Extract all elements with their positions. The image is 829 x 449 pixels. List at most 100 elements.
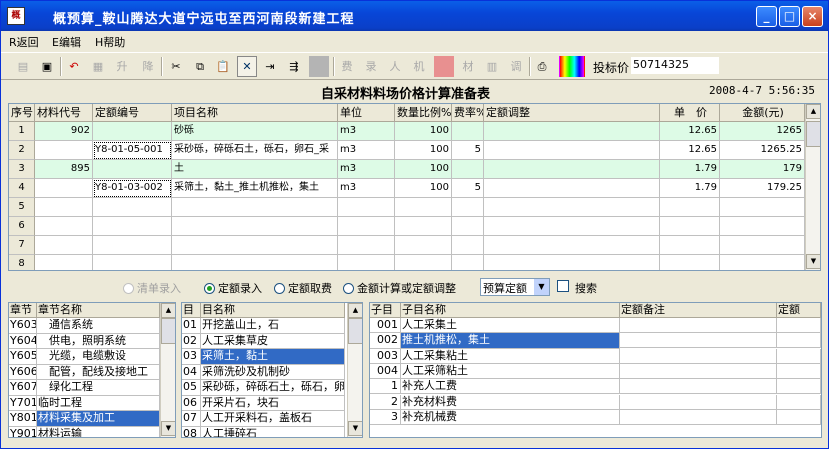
subitem-list[interactable]: 子目 子目名称 定额备注 定额 001 人工采集土 002 推土机推松，集土 003 人工采集粘土… [369,302,822,438]
table-cell[interactable]: Y8-01-03-002 [93,179,172,198]
table-cell[interactable] [93,198,172,217]
table-cell[interactable]: 179 [720,160,805,179]
list-header[interactable]: 子目名称 [401,303,620,318]
list-cell[interactable] [620,348,777,364]
record-button[interactable]: 录 [361,56,381,77]
minimize-button[interactable]: _ [756,6,777,27]
table-cell[interactable] [484,141,660,160]
list-item[interactable]: 08 [182,426,201,437]
table-cell[interactable] [452,122,484,141]
palette-icon[interactable] [559,56,585,77]
radio-amount-calc[interactable]: 金额计算或定额调整 [343,280,456,296]
table-cell[interactable] [338,217,395,236]
copy-icon[interactable]: ⧉ [190,56,210,77]
table-cell[interactable] [452,160,484,179]
list-item[interactable]: 人工开采料石，盖板石 [201,411,345,427]
table-cell[interactable] [484,255,660,270]
list-item[interactable]: 临时工程 [37,395,160,411]
list-item[interactable]: 01 [182,318,201,334]
menu-return[interactable]: R返回 [9,34,39,50]
undo-icon[interactable]: ↶ [64,56,84,77]
list-cell[interactable] [620,363,777,379]
list-item[interactable]: 采砂砾，碎砾石土，砾石，卵石 [201,380,345,396]
scroll-thumb[interactable] [161,318,175,344]
list-item[interactable]: 3 [370,409,401,426]
table-cell[interactable]: 土 [172,160,338,179]
table-cell[interactable] [93,160,172,179]
table-cell[interactable] [660,198,720,217]
print-icon[interactable]: ⎙ [532,56,552,77]
list-item[interactable]: 人工采筛粘土 [401,363,620,380]
list-item[interactable]: 光缆，电缆敷设 [37,349,160,365]
list-item[interactable]: 通信系统 [37,318,160,334]
replace-icon[interactable]: ▥ [482,56,502,77]
table-cell[interactable] [93,217,172,236]
list-item[interactable]: 采筛洗砂及机制砂 [201,364,345,380]
save-icon[interactable]: ▣ [37,56,57,77]
list-item[interactable]: 材料运输 [37,426,160,437]
radio-bill-entry[interactable]: 清单录入 [123,280,181,296]
table-cell[interactable] [35,141,93,160]
list-item[interactable]: 绿化工程 [37,380,160,396]
scroll-thumb[interactable] [348,318,362,344]
table-cell[interactable] [395,255,452,270]
adjust-button[interactable]: 调 [506,56,526,77]
table-cell[interactable] [484,160,660,179]
category-list[interactable]: 目目名称 01 开挖盖山土，石 02 人工采集草皮 03 采筛土，黏土 04 采筛洗砂及机制砂 0… [181,302,363,438]
scroll-down-icon[interactable]: ▼ [161,421,175,436]
list-cell[interactable] [777,409,821,425]
table-cell[interactable]: 采砂砾，碎砾石土，砾石，卵石_采 [172,141,338,160]
column-header[interactable]: 序号 [9,104,35,122]
vertical-scrollbar[interactable]: ▲ ▼ [347,303,362,437]
column-header[interactable]: 项目名称 [172,104,338,122]
cancel-icon[interactable]: ▦ [88,56,108,77]
list-header[interactable]: 目 [182,303,201,318]
table-cell[interactable] [484,179,660,198]
table-cell[interactable] [172,236,338,255]
table-cell[interactable] [484,198,660,217]
table-cell[interactable] [93,236,172,255]
table-cell[interactable] [172,198,338,217]
list-cell[interactable] [777,333,821,349]
list-item[interactable]: 06 [182,395,201,411]
list-cell[interactable] [620,318,777,333]
vertical-scrollbar[interactable]: ▲ ▼ [805,104,820,270]
list-item[interactable]: Y606 [9,364,37,380]
table-cell[interactable]: 100 [395,179,452,198]
list-header[interactable]: 目名称 [201,303,345,318]
list-item[interactable]: 003 [370,348,401,364]
table-cell[interactable] [452,255,484,270]
table-cell[interactable]: 1265 [720,122,805,141]
table-cell[interactable] [172,217,338,236]
list-cell[interactable] [620,394,777,410]
table-cell[interactable] [660,236,720,255]
scroll-up-icon[interactable]: ▲ [806,104,820,119]
scroll-down-icon[interactable]: ▼ [806,254,820,269]
color-icon[interactable] [434,56,454,77]
move-down-button[interactable]: 降 [138,56,158,77]
table-cell[interactable] [660,217,720,236]
machine-button[interactable]: 机 [409,56,429,77]
table-cell[interactable] [452,217,484,236]
list-item[interactable]: Y607 [9,380,37,396]
column-header[interactable]: 材料代号 [35,104,93,122]
table-cell[interactable]: m3 [338,179,395,198]
menu-edit[interactable]: E编辑 [52,34,81,50]
table-cell[interactable] [720,255,805,270]
list-item[interactable]: 2 [370,394,401,410]
table-cell[interactable] [35,255,93,270]
list-item[interactable]: 推土机推松，集土 [401,333,620,349]
list-header[interactable]: 定额备注 [620,303,777,318]
list-item[interactable]: 1 [370,379,401,395]
column-header[interactable]: 单位 [338,104,395,122]
list-header[interactable]: 章节名称 [37,303,160,318]
table-cell[interactable]: m3 [338,160,395,179]
table-cell[interactable] [338,236,395,255]
radio-quota-fee[interactable]: 定额取费 [274,280,332,296]
table-cell[interactable]: 5 [452,179,484,198]
list-cell[interactable] [777,348,821,364]
insert-icon[interactable]: ⇥ [260,56,280,77]
table-cell[interactable] [720,198,805,217]
list-item[interactable]: Y603 [9,318,37,334]
quota-type-select[interactable]: 预算定额 ▼ [480,278,550,296]
